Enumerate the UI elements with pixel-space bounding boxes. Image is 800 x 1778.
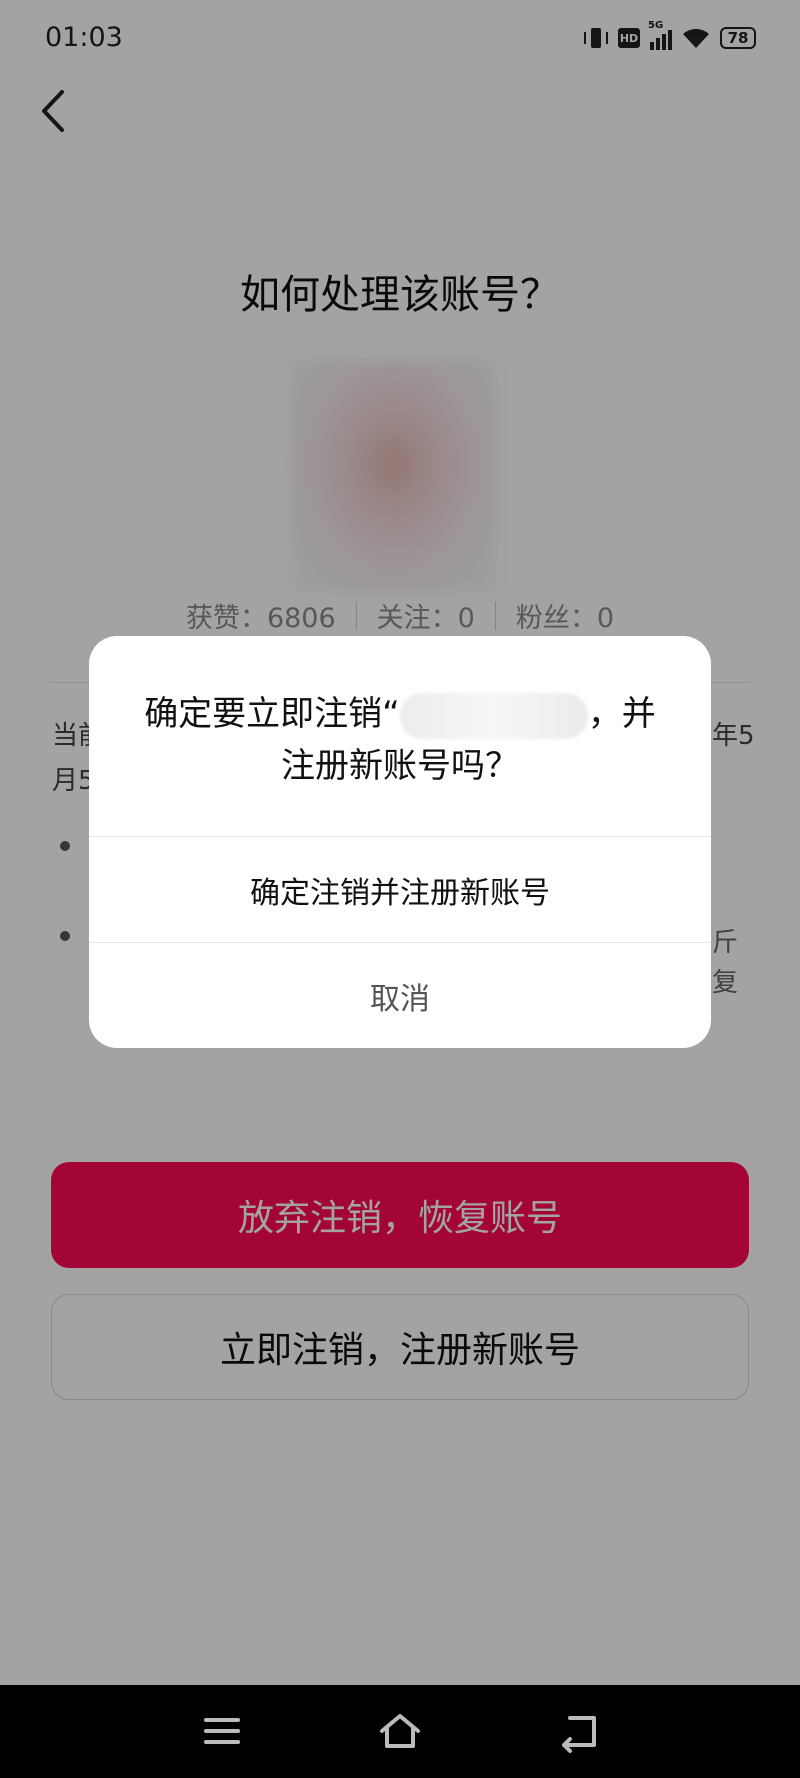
confirm-cancel-register-button[interactable]: 确定注销并注册新账号 (89, 837, 711, 942)
redacted-username (399, 692, 588, 739)
dialog-title-suffix: ，并 (587, 694, 656, 734)
menu-icon[interactable] (200, 1709, 244, 1753)
dialog-title-prefix: 确定要立即注销“ (144, 694, 400, 734)
dialog-cancel-button[interactable]: 取消 (89, 943, 711, 1048)
confirm-dialog: 确定要立即注销“ ，并 注册新账号吗？ 确定注销并注册新账号 取消 (89, 636, 711, 1048)
back-icon[interactable] (556, 1709, 600, 1753)
system-nav-bar (0, 1685, 800, 1778)
dialog-title: 确定要立即注销“ ，并 注册新账号吗？ (89, 688, 711, 792)
home-icon[interactable] (378, 1709, 422, 1753)
dialog-title-line2: 注册新账号吗？ (281, 746, 519, 786)
